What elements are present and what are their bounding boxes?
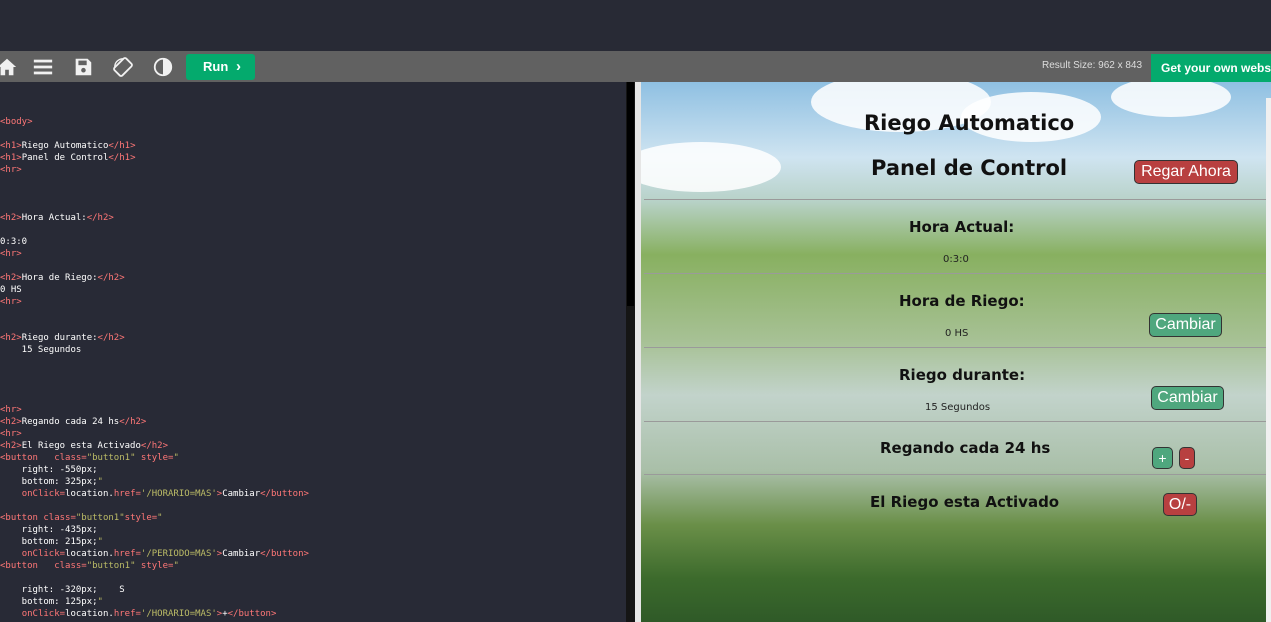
editor-scroll-thumb[interactable] bbox=[627, 82, 634, 306]
code-line: <button class="button1" style=" bbox=[0, 561, 179, 571]
riego-durante-value: 15 Segundos bbox=[925, 402, 991, 413]
code-line: right: -435px; bbox=[0, 525, 98, 535]
divider bbox=[644, 421, 1266, 422]
cambiar-duracion-button[interactable]: Cambiar bbox=[1151, 386, 1224, 410]
regando-label: Regando cada 24 hs bbox=[880, 439, 1051, 457]
code-line: <hr> bbox=[0, 297, 22, 307]
rotate-icon[interactable] bbox=[112, 56, 134, 78]
code-line: <hr> bbox=[0, 165, 22, 175]
divider bbox=[644, 474, 1266, 475]
page-subtitle: Panel de Control bbox=[871, 156, 1068, 180]
code-line: <h2>Hora Actual:</h2> bbox=[0, 213, 114, 223]
toggle-riego-button[interactable]: O/- bbox=[1163, 493, 1197, 516]
code-line: 0 HS bbox=[0, 285, 22, 295]
run-button[interactable]: Run › bbox=[186, 54, 255, 80]
code-line: <hr> bbox=[0, 429, 22, 439]
save-icon[interactable] bbox=[72, 56, 94, 78]
code-line: <h2>Regando cada 24 hs</h2> bbox=[0, 417, 147, 427]
code-line: <h2>Riego durante:</h2> bbox=[0, 333, 125, 343]
minus-button[interactable]: - bbox=[1179, 447, 1195, 469]
code-line: right: -320px; S bbox=[0, 585, 125, 595]
result-size: Result Size: 962 x 843 bbox=[1042, 60, 1143, 71]
get-website-button[interactable]: Get your own website bbox=[1151, 54, 1271, 82]
code-line: right: -550px; bbox=[0, 465, 98, 475]
code-line: <hr> bbox=[0, 249, 22, 259]
result-panel: Riego Automatico Panel de Control Regar … bbox=[641, 82, 1271, 622]
result-scrollbar[interactable] bbox=[1266, 98, 1271, 622]
contrast-icon[interactable] bbox=[152, 56, 174, 78]
riego-durante-label: Riego durante: bbox=[899, 366, 1026, 384]
code-line: bottom: 125px;" bbox=[0, 597, 103, 607]
code-line: onClick=location.href='/HORARIO=MAS'>+</… bbox=[21, 609, 277, 619]
run-label: Run bbox=[203, 59, 229, 74]
cloud bbox=[1111, 82, 1231, 117]
hora-riego-label: Hora de Riego: bbox=[899, 292, 1025, 310]
divider bbox=[644, 199, 1266, 200]
code-editor[interactable]: <body> <h1>Riego Automatico</h1> <h1>Panel… bbox=[0, 82, 626, 622]
code-line: <h2>Hora de Riego:</h2> bbox=[0, 273, 125, 283]
code-line: onClick=location.href='/HORARIO=MAS'>Cam… bbox=[21, 489, 309, 499]
menu-icon[interactable] bbox=[32, 56, 54, 78]
cambiar-hora-button[interactable]: Cambiar bbox=[1149, 313, 1222, 337]
code-line: <button class="button1"style=" bbox=[0, 513, 163, 523]
code-line: <h1>Riego Automatico</h1> bbox=[0, 141, 136, 151]
cloud bbox=[641, 142, 781, 192]
divider bbox=[644, 347, 1266, 348]
code-line: <h2>El Riego esta Activado</h2> bbox=[0, 441, 169, 451]
divider bbox=[644, 273, 1266, 274]
code-line: 0:3:0 bbox=[0, 237, 28, 247]
top-bar bbox=[0, 0, 1271, 51]
code-line: 15 Segundos bbox=[0, 345, 82, 355]
code-line: onClick=location.href='/PERIODO=MAS'>Cam… bbox=[21, 549, 309, 559]
home-icon[interactable] bbox=[0, 56, 18, 78]
code-line: <body> bbox=[0, 117, 33, 127]
code-line: <hr> bbox=[0, 405, 22, 415]
hora-actual-value: 0:3:0 bbox=[943, 254, 969, 265]
code-line: <h1>Panel de Control</h1> bbox=[0, 153, 136, 163]
hora-actual-label: Hora Actual: bbox=[909, 218, 1015, 236]
code-line: <button class="button1" style=" bbox=[0, 453, 179, 463]
activado-label: El Riego esta Activado bbox=[870, 493, 1060, 511]
page-title: Riego Automatico bbox=[864, 111, 1075, 135]
regar-ahora-button[interactable]: Regar Ahora bbox=[1134, 160, 1238, 184]
code-line: bottom: 325px;" bbox=[0, 477, 103, 487]
chevron-right-icon: › bbox=[236, 58, 241, 75]
plus-button[interactable]: + bbox=[1152, 447, 1173, 469]
code-line: bottom: 215px;" bbox=[0, 537, 103, 547]
hora-riego-value: 0 HS bbox=[945, 328, 969, 339]
